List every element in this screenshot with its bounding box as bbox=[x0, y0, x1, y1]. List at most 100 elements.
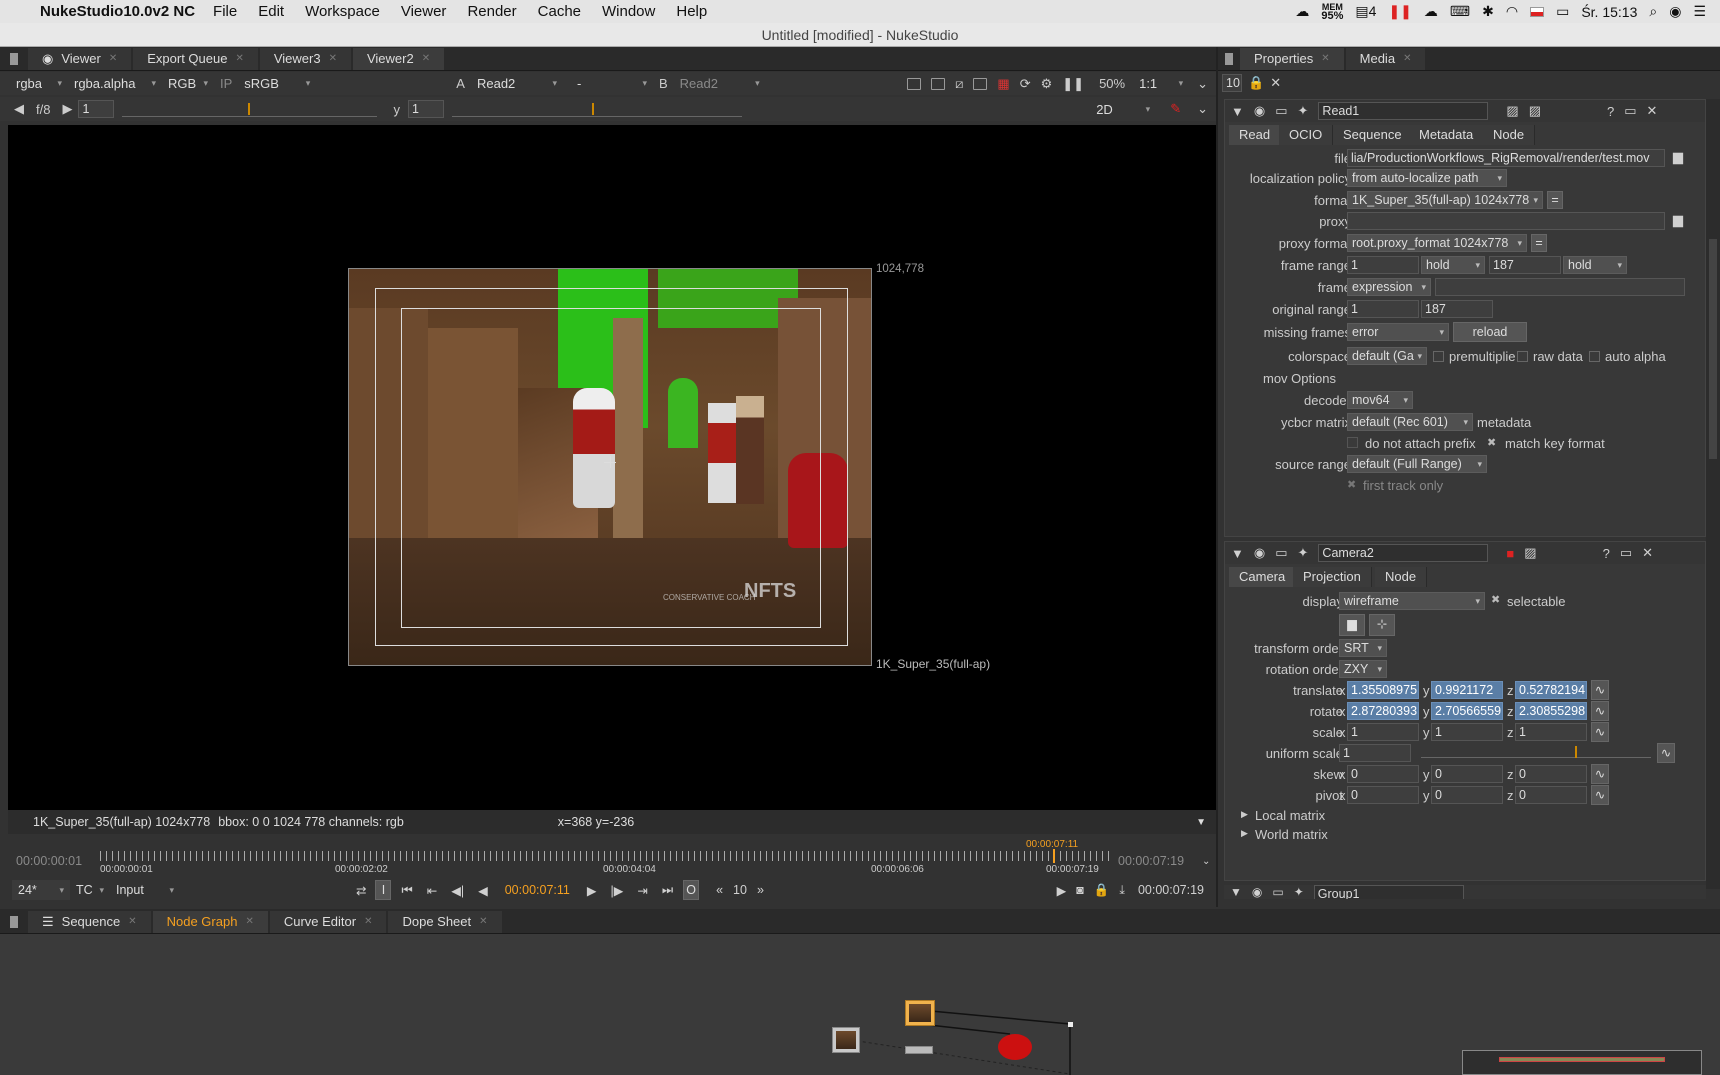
zoom-dropdown[interactable]: 50% bbox=[1099, 76, 1125, 91]
tab-camera[interactable]: Camera bbox=[1229, 567, 1297, 587]
close-icon[interactable]: ✕ bbox=[1647, 103, 1658, 119]
flipbook-icon[interactable]: ▶ bbox=[1057, 883, 1067, 898]
node-name-field[interactable]: Group1 bbox=[1313, 885, 1464, 899]
slider-handle[interactable] bbox=[1575, 746, 1577, 758]
step-back-icon[interactable]: ◀| bbox=[451, 883, 464, 898]
expand-triangle-icon[interactable]: ▶ bbox=[1241, 828, 1248, 839]
wifi-icon[interactable]: ◠ bbox=[1506, 3, 1518, 20]
gpu-icon[interactable]: ⚙ bbox=[1041, 76, 1053, 92]
wipe-icon[interactable]: ⧄ bbox=[955, 76, 963, 92]
play-icon[interactable]: ▶ bbox=[587, 883, 597, 898]
missing-frames-dropdown[interactable]: error bbox=[1347, 323, 1449, 341]
max-panels-field[interactable]: 10 bbox=[1222, 74, 1242, 92]
menu-workspace[interactable]: Workspace bbox=[305, 3, 380, 20]
fps-dropdown[interactable]: 24* bbox=[12, 880, 70, 900]
close-icon[interactable]: ✕ bbox=[245, 911, 253, 933]
properties-scrollbar[interactable] bbox=[1706, 99, 1720, 889]
skip-forward-icon[interactable]: » bbox=[757, 883, 764, 897]
app-name-menu[interactable]: NukeStudio10.0v2 NC bbox=[40, 3, 195, 20]
tab-media[interactable]: Media ✕ bbox=[1345, 48, 1426, 70]
pivot-x-field[interactable]: 0 bbox=[1347, 786, 1419, 804]
uniform-scale-slider[interactable] bbox=[1421, 746, 1651, 758]
help-icon[interactable]: ? bbox=[1607, 104, 1614, 119]
color-swatch-icon[interactable]: ▨ bbox=[1524, 545, 1536, 561]
pause-icon[interactable]: ❚❚ bbox=[1388, 3, 1411, 20]
menu-file[interactable]: File bbox=[213, 3, 237, 20]
search-icon[interactable]: ⌕ bbox=[1649, 3, 1657, 20]
skew-y-field[interactable]: 0 bbox=[1431, 765, 1503, 783]
refresh-icon[interactable]: ⟳ bbox=[1020, 76, 1031, 92]
pause-icon[interactable]: ❚❚ bbox=[1062, 76, 1084, 92]
tab-export-queue[interactable]: Export Queue ✕ bbox=[133, 48, 258, 70]
frame-before-dropdown[interactable]: hold bbox=[1421, 256, 1485, 274]
reload-button[interactable]: reload bbox=[1453, 322, 1527, 342]
gamma-field[interactable]: 1 bbox=[407, 100, 444, 118]
format-edit-button[interactable]: = bbox=[1547, 191, 1563, 209]
pane-menu-icon[interactable] bbox=[1218, 48, 1240, 70]
playhead[interactable] bbox=[1053, 849, 1055, 863]
skew-z-field[interactable]: 0 bbox=[1515, 765, 1587, 783]
cloud-upload-icon[interactable]: ☁ bbox=[1424, 3, 1438, 20]
node-graph-canvas[interactable] bbox=[0, 934, 1720, 1075]
colorspace-dropdown[interactable]: default (Ga bbox=[1347, 347, 1427, 365]
menu-edit[interactable]: Edit bbox=[258, 3, 284, 20]
fstop-prev-icon[interactable]: ◀ bbox=[14, 101, 24, 117]
notes-icon[interactable]: ▤4 bbox=[1355, 3, 1376, 20]
rotate-z-field[interactable]: 2.30855298 bbox=[1515, 702, 1587, 720]
memory-indicator[interactable]: MEM 95% bbox=[1321, 2, 1343, 21]
snap-button[interactable]: ⊹ bbox=[1369, 614, 1395, 636]
menu-help[interactable]: Help bbox=[676, 3, 707, 20]
pivot-z-field[interactable]: 0 bbox=[1515, 786, 1587, 804]
display-dropdown[interactable]: wireframe bbox=[1339, 592, 1485, 610]
prev-keyframe-icon[interactable]: ⇤ bbox=[427, 883, 437, 898]
rotate-y-field[interactable]: 2.70566559 bbox=[1431, 702, 1503, 720]
next-keyframe-icon[interactable]: ⇥ bbox=[637, 883, 647, 898]
siri-icon[interactable]: ◉ bbox=[1669, 3, 1681, 20]
lock-icon[interactable]: 🔒 bbox=[1094, 883, 1110, 898]
channels-dropdown[interactable]: rgba bbox=[10, 74, 68, 94]
creative-cloud-icon[interactable]: ☁ bbox=[1295, 3, 1309, 20]
go-to-start-icon[interactable]: ⏮ bbox=[401, 883, 412, 898]
clock[interactable]: Śr. 15:13 bbox=[1581, 4, 1637, 20]
read1-node[interactable] bbox=[905, 1000, 935, 1026]
frame-last-field[interactable]: 187 bbox=[1489, 256, 1561, 274]
local-matrix-group[interactable]: Local matrix bbox=[1255, 808, 1325, 823]
lock-icon[interactable]: 🔒 bbox=[1248, 75, 1264, 91]
tab-projection[interactable]: Projection bbox=[1293, 567, 1372, 587]
uniform-scale-field[interactable]: 1 bbox=[1339, 744, 1411, 762]
step-count[interactable]: 10 bbox=[733, 883, 747, 897]
scale-z-field[interactable]: 1 bbox=[1515, 723, 1587, 741]
tab-properties[interactable]: Properties ✕ bbox=[1240, 48, 1344, 70]
transform-node[interactable] bbox=[905, 1046, 933, 1054]
proxy-browse-icon[interactable]: ▆ bbox=[1673, 212, 1683, 228]
close-icon[interactable]: ✕ bbox=[364, 911, 372, 933]
tc-mode-dropdown[interactable]: TC bbox=[70, 880, 110, 900]
raw-data-checkbox[interactable] bbox=[1517, 351, 1528, 362]
skip-back-icon[interactable]: « bbox=[716, 883, 723, 897]
close-icon[interactable]: ✕ bbox=[1321, 48, 1329, 70]
tab-sequence[interactable]: Sequence bbox=[1333, 125, 1413, 145]
node-disable-icon[interactable]: ▭ bbox=[1275, 545, 1287, 561]
pause-viewer-icon[interactable]: ▦ bbox=[997, 76, 1009, 92]
menu-render[interactable]: Render bbox=[467, 3, 516, 20]
proxy-field[interactable] bbox=[1347, 212, 1665, 230]
translate-y-field[interactable]: 0.9921172 bbox=[1431, 681, 1503, 699]
chevron-down-icon[interactable]: ⌄ bbox=[1197, 101, 1208, 117]
fstop-next-icon[interactable]: ▶ bbox=[62, 101, 72, 117]
read-node-thumbnail[interactable] bbox=[832, 1027, 860, 1053]
decoder-dropdown[interactable]: mov64 bbox=[1347, 391, 1413, 409]
collapse-icon[interactable]: ▼ bbox=[1231, 104, 1244, 119]
keyboard-icon[interactable]: ⌨ bbox=[1450, 3, 1470, 20]
bluetooth-icon[interactable]: ✱ bbox=[1482, 3, 1494, 20]
float-icon[interactable]: ▭ bbox=[1624, 103, 1636, 119]
node-gizmo-icon[interactable]: ✦ bbox=[1298, 545, 1309, 561]
file-field[interactable]: lia/ProductionWorkflows_RigRemoval/rende… bbox=[1347, 149, 1665, 167]
tab-metadata[interactable]: Metadata bbox=[1409, 125, 1485, 145]
animation-curve-icon[interactable]: ∿ bbox=[1591, 785, 1609, 805]
help-icon[interactable]: ? bbox=[1603, 546, 1610, 561]
triangle-down-icon[interactable]: ▼ bbox=[1196, 817, 1206, 828]
node-disable-icon[interactable]: ▭ bbox=[1272, 885, 1283, 899]
selectable-checkbox[interactable]: ✖ bbox=[1491, 593, 1500, 606]
display-channels-dropdown[interactable]: RGB bbox=[162, 74, 214, 94]
menu-window[interactable]: Window bbox=[602, 3, 655, 20]
